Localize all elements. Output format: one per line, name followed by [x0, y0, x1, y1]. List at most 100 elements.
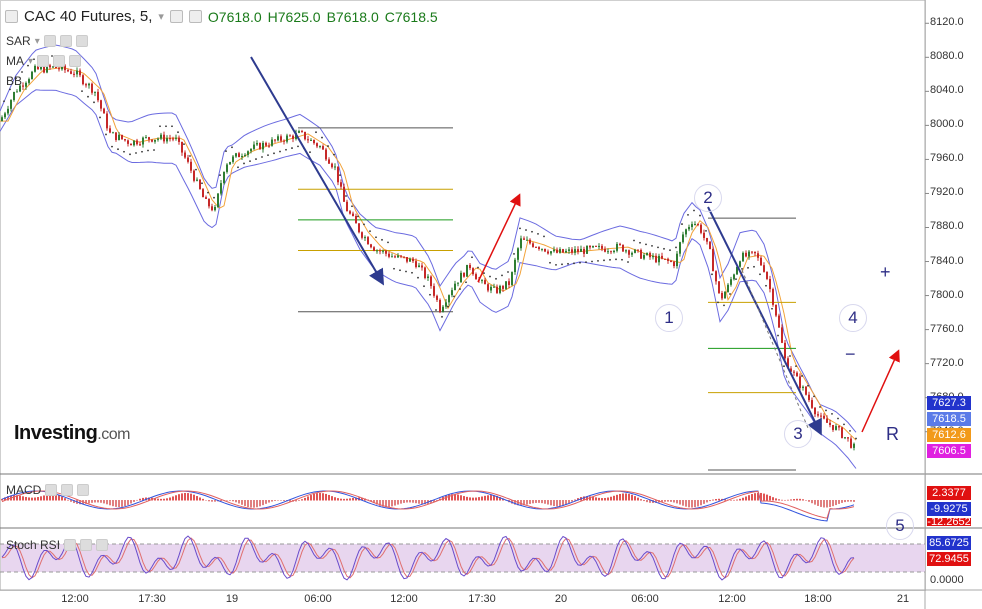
sar-dot [783, 365, 785, 368]
macd-histogram-bar [394, 500, 396, 506]
settings-icon[interactable] [61, 484, 74, 496]
time-tick-label: 12:00 [718, 593, 746, 605]
sar-dot [381, 238, 383, 241]
macd-histogram-bar [526, 500, 528, 505]
eye-icon[interactable] [64, 539, 77, 551]
sar-dot [273, 152, 275, 155]
dropdown-icon[interactable]: ▾ [35, 36, 40, 47]
candle-body [76, 70, 78, 75]
indicator-macd-label: MACD [6, 483, 42, 497]
macd-histogram-bar [325, 493, 327, 501]
eye-icon[interactable] [37, 55, 50, 67]
sar-dot [81, 90, 83, 92]
trend-arrow-up [477, 193, 521, 283]
macd-histogram-bar [106, 500, 108, 505]
sar-dot [105, 133, 107, 136]
macd-histogram-bar [91, 500, 93, 503]
indicator-sar[interactable]: SAR ▾ [6, 34, 88, 48]
macd-histogram-bar [352, 497, 354, 501]
settings-icon[interactable] [53, 55, 66, 67]
dropdown-icon[interactable]: ▾ [28, 56, 33, 67]
sar-dot [795, 365, 797, 368]
macd-histogram-bar [232, 500, 234, 502]
zoom-in-icon[interactable]: + [880, 262, 891, 283]
settings-icon[interactable] [59, 35, 72, 47]
wave-label-5: 5 [886, 512, 914, 540]
macd-histogram-bar [100, 500, 102, 503]
settings-icon[interactable] [188, 10, 202, 23]
macd-histogram-bar [202, 498, 204, 501]
sar-dot [537, 232, 539, 235]
macd-histogram-bar [304, 497, 306, 501]
candle-body [793, 371, 795, 373]
candle-body [718, 281, 720, 293]
sar-dot [621, 258, 623, 261]
macd-histogram-bar [826, 500, 828, 508]
macd-histogram-bar [481, 496, 483, 501]
candle-body [103, 108, 105, 114]
candle-body [352, 213, 354, 217]
sar-dot [351, 205, 353, 208]
candle-body [184, 152, 186, 158]
candle-body [226, 164, 228, 172]
price-tick-label: 8120.0 [930, 16, 964, 29]
close-icon[interactable] [96, 539, 109, 551]
macd-histogram-bar [820, 500, 822, 507]
dropdown-icon[interactable]: ▾ [158, 10, 164, 23]
indicator-stoch[interactable]: Stoch RSI [6, 538, 109, 552]
candle-body [280, 136, 282, 141]
macd-histogram-bar [709, 500, 711, 502]
macd-histogram-bar [682, 500, 684, 506]
close-icon[interactable] [77, 484, 90, 496]
eye-icon[interactable] [45, 484, 58, 496]
candle-body [175, 137, 177, 139]
macd-histogram-bar [88, 500, 90, 504]
candle-body [568, 249, 570, 251]
sar-dot [807, 384, 809, 387]
candle-body [838, 426, 840, 428]
candle-body [223, 171, 225, 184]
indicator-macd[interactable]: MACD [6, 483, 90, 497]
stoch-tag-1: 85.6725 [927, 536, 971, 550]
sar-dot [333, 153, 335, 156]
macd-histogram-bar [448, 494, 450, 501]
candle-body [772, 289, 774, 305]
sar-dot [213, 196, 215, 199]
candle-body [832, 424, 834, 430]
indicator-ma[interactable]: MA ▾ [6, 54, 82, 68]
ohlc-close: C7618.5 [384, 8, 438, 25]
candle-body [283, 140, 285, 142]
candle-body [244, 154, 246, 156]
sar-dot [645, 243, 647, 246]
macd-histogram-bar [175, 495, 177, 501]
sar-dot [765, 284, 767, 287]
macd-histogram-bar [637, 497, 639, 501]
zoom-out-icon[interactable]: − [845, 344, 856, 365]
macd-histogram-bar [259, 500, 261, 507]
candle-body [424, 267, 426, 279]
candle-body [187, 157, 189, 162]
sar-dot [3, 100, 5, 103]
candle-body [82, 75, 84, 85]
price-chart[interactable] [0, 0, 982, 609]
close-icon[interactable] [69, 55, 82, 67]
macd-histogram-bar [166, 498, 168, 501]
indicator-bb[interactable]: BB [6, 74, 22, 88]
macd-histogram-bar [688, 500, 690, 508]
macd-histogram-bar [730, 499, 732, 501]
candle-body [802, 386, 804, 388]
candle-body [70, 71, 72, 74]
eye-icon[interactable] [169, 10, 183, 23]
eye-icon[interactable] [43, 35, 56, 47]
candle-body [292, 135, 294, 139]
collapse-icon[interactable] [5, 10, 18, 23]
candle-body [667, 258, 669, 261]
candle-body [454, 283, 456, 291]
candle-body [355, 216, 357, 224]
macd-histogram-bar [121, 500, 123, 507]
candle-body [619, 243, 621, 245]
symbol-title: CAC 40 Futures, 5, [24, 8, 153, 25]
close-icon[interactable] [75, 35, 88, 47]
candle-body [442, 306, 444, 312]
settings-icon[interactable] [80, 539, 93, 551]
